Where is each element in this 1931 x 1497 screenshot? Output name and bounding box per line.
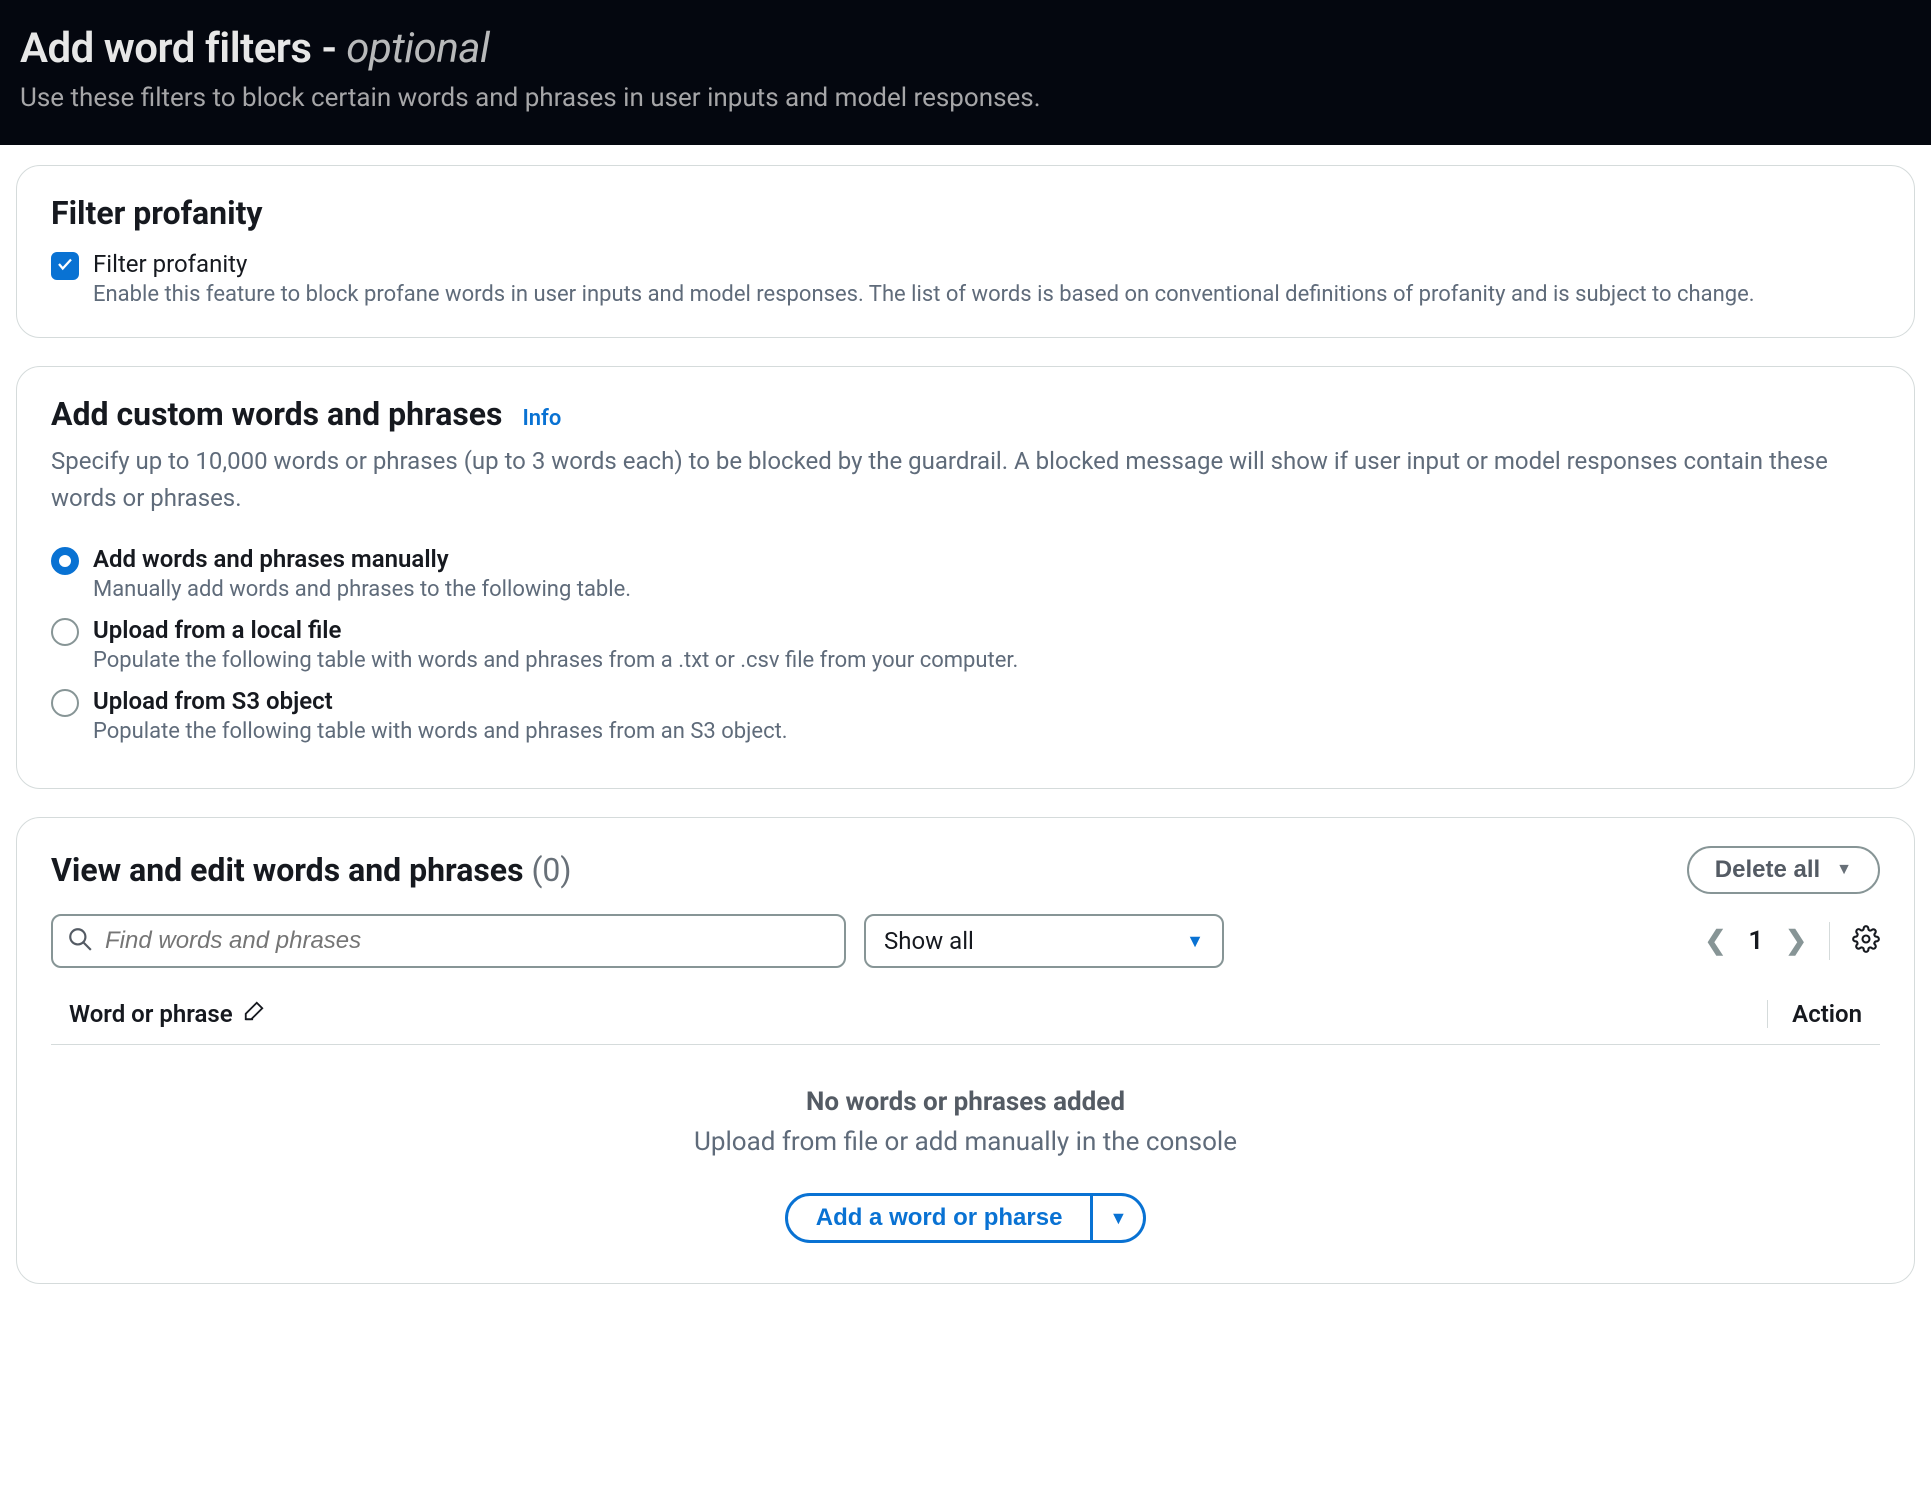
gear-icon (1852, 938, 1880, 957)
view-edit-title: View and edit words and phrases (51, 851, 524, 889)
radio-desc: Populate the following table with words … (93, 648, 1018, 673)
custom-words-desc: Specify up to 10,000 words or phrases (u… (51, 443, 1880, 517)
triangle-down-icon: ▼ (1186, 931, 1204, 952)
search-input[interactable] (93, 927, 830, 955)
info-link[interactable]: Info (522, 406, 561, 431)
page-prev-button[interactable]: ❮ (1705, 926, 1727, 956)
check-icon (56, 255, 74, 277)
custom-words-heading: Add custom words and phrases Info (51, 395, 1880, 433)
delete-all-button[interactable]: Delete all ▼ (1687, 846, 1880, 894)
page-title: Add word filters - optional (20, 24, 1911, 73)
filter-profanity-checkbox-row[interactable]: Filter profanity Enable this feature to … (51, 250, 1880, 307)
triangle-down-icon: ▼ (1109, 1208, 1127, 1228)
add-word-button[interactable]: Add a word or pharse (785, 1193, 1094, 1243)
radio-title: Upload from S3 object (93, 687, 788, 715)
filter-profanity-label: Filter profanity (93, 250, 1755, 278)
edit-icon (243, 1000, 265, 1028)
filter-profanity-card: Filter profanity Filter profanity Enable… (16, 165, 1915, 338)
column-word-or-phrase[interactable]: Word or phrase (69, 1000, 265, 1028)
custom-words-title: Add custom words and phrases (51, 395, 502, 433)
add-word-dropdown-button[interactable]: ▼ (1093, 1193, 1146, 1243)
caret-down-icon: ▼ (1836, 861, 1852, 879)
radio-text: Add words and phrases manually Manually a… (93, 545, 631, 602)
filter-profanity-text: Filter profanity Enable this feature to … (93, 250, 1755, 307)
radio-button[interactable] (51, 618, 79, 646)
radio-title: Add words and phrases manually (93, 545, 631, 573)
view-edit-heading: View and edit words and phrases (0) (51, 851, 572, 889)
radio-option-1[interactable]: Upload from a local file Populate the fol… (51, 616, 1880, 673)
page-header: Add word filters - optional Use these fi… (0, 0, 1931, 145)
column-divider (1767, 1000, 1768, 1028)
page-number: 1 (1748, 926, 1763, 956)
page-title-optional: optional (346, 24, 489, 73)
view-edit-card: View and edit words and phrases (0) Dele… (16, 817, 1915, 1284)
column-action: Action (1792, 1000, 1862, 1028)
empty-state: No words or phrases added Upload from fi… (51, 1045, 1880, 1253)
toolbar: Show all ▼ ❮ 1 ❯ (51, 914, 1880, 968)
radio-desc: Manually add words and phrases to the fo… (93, 577, 631, 602)
radio-desc: Populate the following table with words … (93, 719, 788, 744)
page-next-button[interactable]: ❯ (1785, 926, 1807, 956)
add-word-button-group: Add a word or pharse ▼ (785, 1193, 1147, 1243)
table-header: Word or phrase Action (51, 988, 1880, 1045)
filter-select-value: Show all (884, 927, 974, 955)
filter-select[interactable]: Show all ▼ (864, 914, 1224, 968)
empty-state-title: No words or phrases added (51, 1087, 1880, 1117)
view-edit-header: View and edit words and phrases (0) Dele… (51, 846, 1880, 894)
search-icon (67, 926, 93, 956)
custom-words-card: Add custom words and phrases Info Specif… (16, 366, 1915, 789)
search-field-wrap[interactable] (51, 914, 846, 968)
filter-profanity-checkbox[interactable] (51, 252, 79, 280)
content-area: Filter profanity Filter profanity Enable… (0, 145, 1931, 1332)
settings-button[interactable] (1852, 925, 1880, 957)
radio-text: Upload from a local file Populate the fol… (93, 616, 1018, 673)
column-word-label: Word or phrase (69, 1000, 233, 1028)
radio-option-2[interactable]: Upload from S3 object Populate the follow… (51, 687, 1880, 744)
empty-state-desc: Upload from file or add manually in the … (51, 1127, 1880, 1157)
column-action-label: Action (1792, 1000, 1862, 1028)
page-title-main: Add word filters - (20, 24, 346, 73)
filter-profanity-desc: Enable this feature to block profane wor… (93, 282, 1755, 307)
radio-button[interactable] (51, 689, 79, 717)
radio-text: Upload from S3 object Populate the follow… (93, 687, 788, 744)
radio-title: Upload from a local file (93, 616, 1018, 644)
radio-button[interactable] (51, 547, 79, 575)
divider (1829, 922, 1830, 960)
radio-option-0[interactable]: Add words and phrases manually Manually a… (51, 545, 1880, 602)
delete-all-label: Delete all (1715, 856, 1820, 884)
view-edit-count: (0) (531, 851, 571, 889)
page-subtitle: Use these filters to block certain words… (20, 83, 1911, 113)
toolbar-right: ❮ 1 ❯ (1705, 922, 1880, 960)
filter-profanity-heading: Filter profanity (51, 194, 1880, 232)
